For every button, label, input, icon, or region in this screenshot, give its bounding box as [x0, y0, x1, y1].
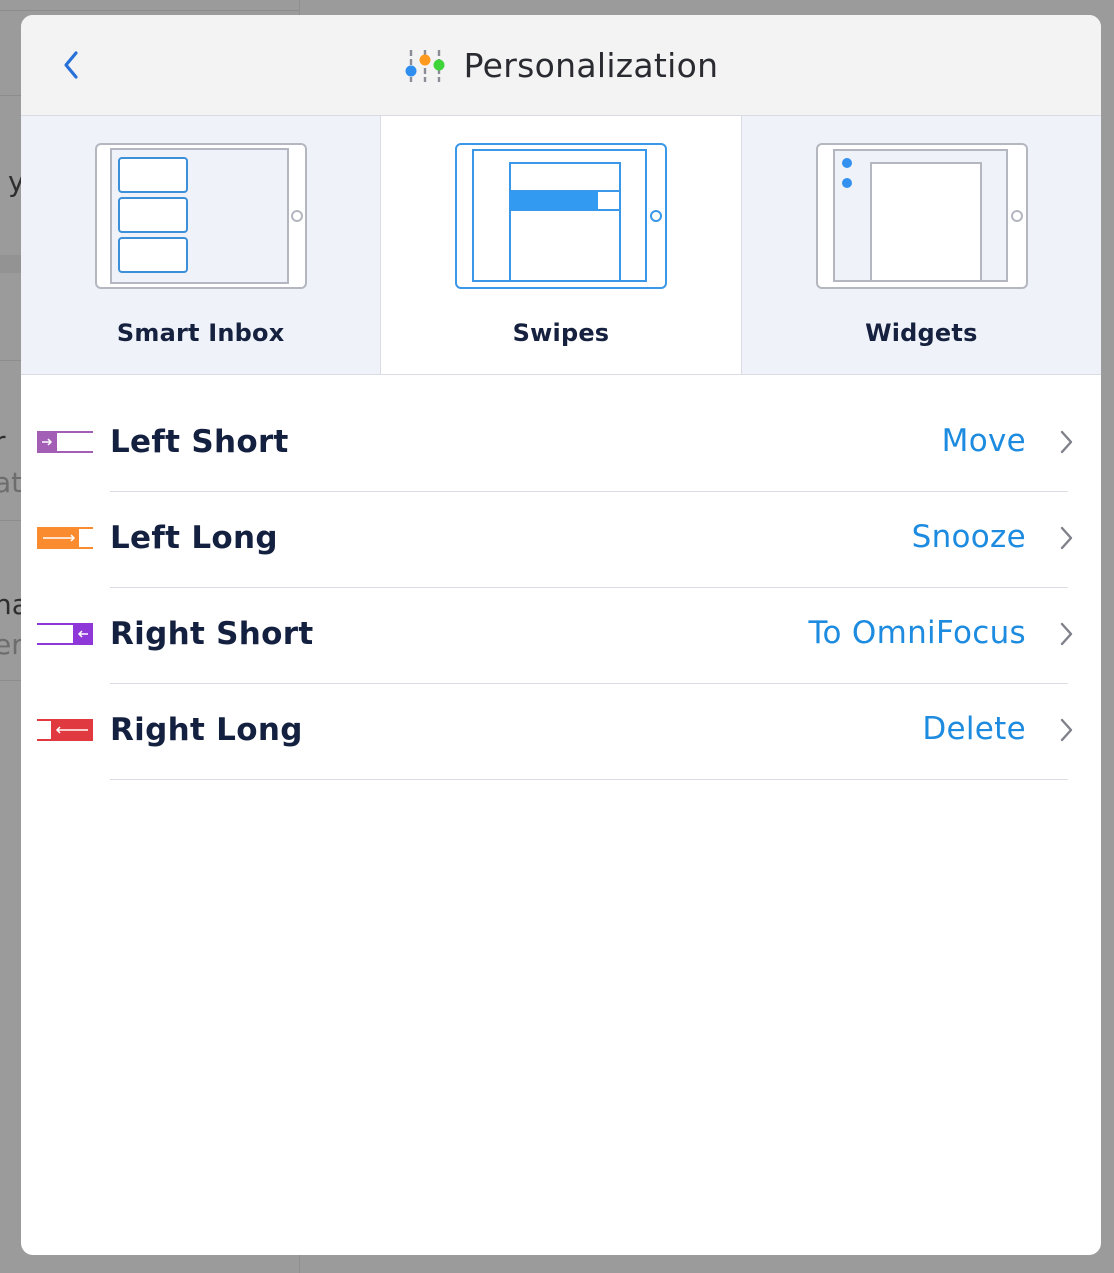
tab-label: Swipes	[512, 319, 610, 347]
swipe-label: Right Long	[110, 712, 303, 748]
swipe-label: Right Short	[110, 616, 314, 652]
personalization-tabs: Smart Inbox Swipes Widgets	[21, 116, 1101, 375]
chevron-right-icon	[1060, 622, 1073, 646]
swipe-left-long-icon	[37, 527, 93, 549]
bg-text-fragment: at	[0, 466, 23, 499]
bg-text-fragment: er	[0, 628, 23, 661]
swipe-action-value: Snooze	[911, 519, 1026, 555]
swipe-row-left-long[interactable]: Left Long Snooze	[21, 492, 1101, 588]
page-title: Personalization	[463, 46, 719, 85]
smart-inbox-device-icon	[95, 143, 307, 289]
swipe-label: Left Short	[110, 424, 289, 460]
swipe-action-value: To OmniFocus	[808, 615, 1026, 651]
row-divider	[110, 779, 1068, 780]
bg-text-fragment: r	[0, 425, 6, 458]
swipe-row-right-short[interactable]: Right Short To OmniFocus	[21, 588, 1101, 684]
swipe-right-long-icon	[37, 719, 93, 741]
swipe-row-right-long[interactable]: Right Long Delete	[21, 684, 1101, 780]
widgets-device-icon	[815, 143, 1028, 289]
swipe-settings-list: Left Short Move Left Long Snooze Right S…	[21, 375, 1101, 780]
tab-label: Widgets	[865, 319, 978, 347]
swipe-row-left-short[interactable]: Left Short Move	[21, 396, 1101, 492]
chevron-right-icon	[1060, 718, 1073, 742]
swipes-device-icon	[455, 143, 668, 289]
bg-divider	[0, 10, 300, 11]
tab-widgets[interactable]: Widgets	[741, 116, 1101, 374]
tab-swipes[interactable]: Swipes	[381, 116, 742, 374]
swipe-label: Left Long	[110, 520, 278, 556]
chevron-right-icon	[1060, 430, 1073, 454]
swipe-action-value: Delete	[922, 711, 1026, 747]
swipe-left-short-icon	[37, 431, 93, 453]
sliders-icon	[405, 49, 445, 82]
title-wrap: Personalization	[21, 15, 1101, 116]
modal-header: Personalization	[21, 15, 1101, 116]
tab-label: Smart Inbox	[116, 319, 285, 347]
personalization-modal: Personalization Smart Inbox Swipes Widge…	[21, 15, 1101, 1255]
chevron-right-icon	[1060, 526, 1073, 550]
tab-smart-inbox[interactable]: Smart Inbox	[21, 116, 382, 374]
swipe-right-short-icon	[37, 623, 93, 645]
swipe-action-value: Move	[941, 423, 1026, 459]
